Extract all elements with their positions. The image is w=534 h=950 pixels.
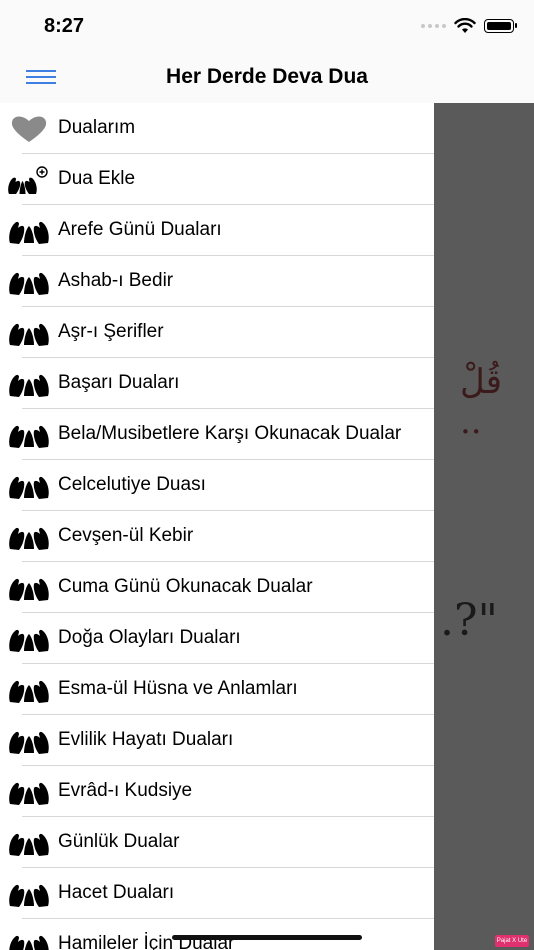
menu-item-label: Günlük Dualar xyxy=(58,831,180,852)
menu-item-label: Hacet Duaları xyxy=(58,882,175,903)
praying-hands-add-icon xyxy=(6,164,52,196)
praying-hands-icon xyxy=(6,572,52,604)
menu-item-label: Evrâd-ı Kudsiye xyxy=(58,780,193,801)
corner-badge: Pajat X Ute xyxy=(495,935,529,947)
praying-hands-icon xyxy=(6,674,52,706)
menu-item[interactable]: Günlük Dualar xyxy=(0,817,434,868)
menu-item[interactable]: Başarı Duaları xyxy=(0,358,434,409)
menu-item[interactable]: Dua Ekle xyxy=(0,154,434,205)
navigation-bar: Her Derde Deva Dua xyxy=(0,50,534,104)
praying-hands-icon xyxy=(6,470,52,502)
menu-item[interactable]: Cevşen-ül Kebir xyxy=(0,511,434,562)
menu-item[interactable]: Esma-ül Hüsna ve Anlamları xyxy=(0,664,434,715)
menu-item[interactable]: Ashab-ı Bedir xyxy=(0,256,434,307)
menu-item[interactable]: Cuma Günü Okunacak Dualar xyxy=(0,562,434,613)
heart-icon xyxy=(6,113,52,145)
menu-item[interactable]: Bela/Musibetlere Karşı Okunacak Dualar xyxy=(0,409,434,460)
menu-item[interactable]: Aşr-ı Şerifler xyxy=(0,307,434,358)
menu-item-label: Başarı Duaları xyxy=(58,372,180,393)
home-indicator[interactable] xyxy=(172,935,362,940)
menu-item-label: Cuma Günü Okunacak Dualar xyxy=(58,576,313,597)
praying-hands-icon xyxy=(6,929,52,950)
status-time: 8:27 xyxy=(44,15,85,37)
menu-item[interactable]: Doğa Olayları Duaları xyxy=(0,613,434,664)
wifi-icon xyxy=(454,18,476,33)
praying-hands-icon xyxy=(6,266,52,298)
praying-hands-icon xyxy=(6,521,52,553)
battery-icon xyxy=(484,19,517,33)
praying-hands-icon xyxy=(6,827,52,859)
menu-item-label: Celcelutiye Duası xyxy=(58,474,206,495)
menu-item[interactable]: Evrâd-ı Kudsiye xyxy=(0,766,434,817)
page-title: Her Derde Deva Dua xyxy=(166,65,368,88)
drawer-backdrop[interactable] xyxy=(434,103,534,950)
praying-hands-icon xyxy=(6,776,52,808)
menu-item-label: Ashab-ı Bedir xyxy=(58,270,174,291)
side-drawer-menu: Dualarım Dua Ekle Arefe Günü Duaları Ashab-… xyxy=(0,103,434,950)
menu-item[interactable]: Arefe Günü Duaları xyxy=(0,205,434,256)
menu-item-label: Dualarım xyxy=(58,117,136,138)
menu-item[interactable]: Hacet Duaları xyxy=(0,868,434,919)
menu-item-label: Arefe Günü Duaları xyxy=(58,219,222,240)
menu-item-label: Esma-ül Hüsna ve Anlamları xyxy=(58,678,298,699)
praying-hands-icon xyxy=(6,317,52,349)
praying-hands-icon xyxy=(6,878,52,910)
praying-hands-icon xyxy=(6,623,52,655)
menu-item[interactable]: Celcelutiye Duası xyxy=(0,460,434,511)
menu-item-label: Doğa Olayları Duaları xyxy=(58,627,241,648)
menu-item-label: Dua Ekle xyxy=(58,168,136,189)
praying-hands-icon xyxy=(6,215,52,247)
menu-item-label: Bela/Musibetlere Karşı Okunacak Dualar xyxy=(58,423,402,444)
menu-item-label: Aşr-ı Şerifler xyxy=(58,321,164,342)
praying-hands-icon xyxy=(6,725,52,757)
signal-icon xyxy=(421,24,446,28)
menu-item-label: Cevşen-ül Kebir xyxy=(58,525,194,546)
menu-item[interactable]: Dualarım xyxy=(0,103,434,154)
praying-hands-icon xyxy=(6,419,52,451)
background-arabic-text: قُلْ .. xyxy=(460,362,503,442)
background-quote-text: .?" xyxy=(440,595,498,646)
menu-item-label: Evlilik Hayatı Duaları xyxy=(58,729,234,750)
status-bar: 8:27 xyxy=(0,0,534,50)
status-icons xyxy=(421,18,517,34)
menu-item[interactable]: Evlilik Hayatı Duaları xyxy=(0,715,434,766)
praying-hands-icon xyxy=(6,368,52,400)
